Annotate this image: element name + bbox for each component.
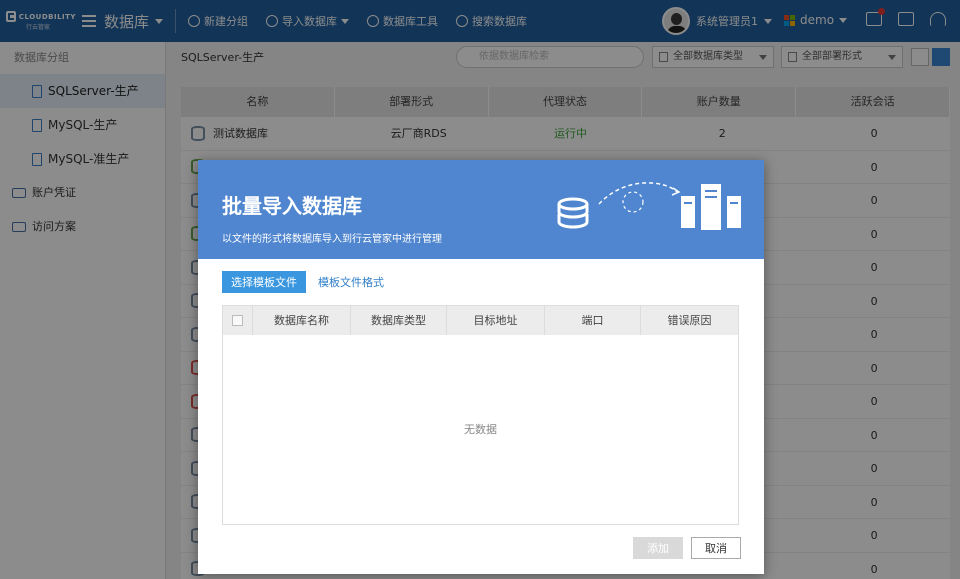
dialog-title: 批量导入数据库 bbox=[222, 194, 362, 218]
select-all-checkbox[interactable] bbox=[223, 306, 253, 335]
select-template-file-button[interactable]: 选择模板文件 bbox=[222, 271, 306, 293]
cancel-button[interactable]: 取消 bbox=[691, 537, 741, 559]
column-header: 数据库类型 bbox=[351, 306, 447, 335]
empty-state-text: 无数据 bbox=[464, 423, 497, 436]
column-header: 端口 bbox=[545, 306, 641, 335]
column-header: 数据库名称 bbox=[253, 306, 351, 335]
dialog-header: 批量导入数据库 以文件的形式将数据库导入到行云管家中进行管理 bbox=[198, 160, 764, 259]
column-header: 错误原因 bbox=[667, 314, 712, 327]
table-header: 数据库名称 数据库类型 目标地址 端口 错误原因 bbox=[223, 306, 738, 335]
dialog-subtitle: 以文件的形式将数据库导入到行云管家中进行管理 bbox=[222, 234, 442, 245]
import-illustration-icon bbox=[557, 182, 741, 230]
template-format-link[interactable]: 模板文件格式 bbox=[318, 274, 384, 290]
import-database-dialog: 批量导入数据库 以文件的形式将数据库导入到行云管家中进行管理 选择模板文件 模板… bbox=[198, 160, 764, 574]
import-preview-table: 数据库名称 数据库类型 目标地址 端口 错误原因 无数据 bbox=[222, 305, 739, 525]
column-header: 目标地址 bbox=[447, 306, 545, 335]
add-button[interactable]: 添加 bbox=[633, 537, 683, 559]
